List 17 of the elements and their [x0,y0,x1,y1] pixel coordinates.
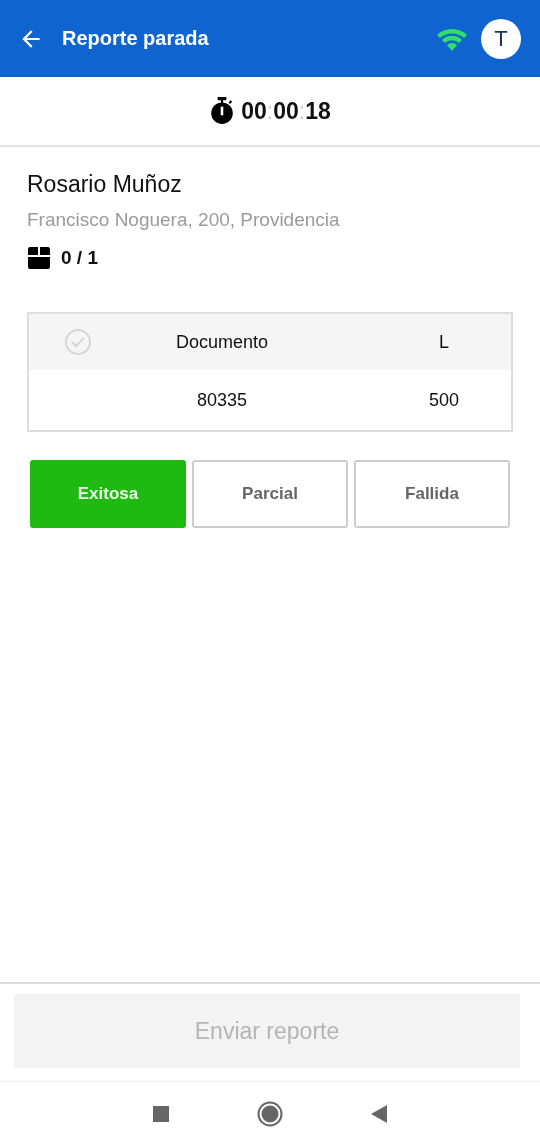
select-all-checkbox[interactable] [64,328,92,356]
table-cell-text: 80335 [195,389,249,411]
box-icon [27,247,51,269]
customer-name: Rosario Muñoz [27,171,183,198]
stopwatch-icon [209,97,236,125]
screen-title: Reporte parada [62,27,210,50]
outcome-option[interactable]: Parcial [192,460,348,528]
package-count: 0 / 1 [61,247,98,269]
avatar[interactable]: T [481,18,521,59]
column-header: L [438,331,450,353]
elapsed-time: 00:00:18 [241,97,331,125]
back-icon[interactable] [371,1105,387,1123]
outcome-option[interactable]: Fallida [354,460,510,528]
table-cell-text: 500 [427,389,460,411]
column-header: Documento [174,331,270,353]
address: Francisco Noguera, 200, Providencia [27,209,341,231]
home-icon[interactable] [257,1101,283,1127]
